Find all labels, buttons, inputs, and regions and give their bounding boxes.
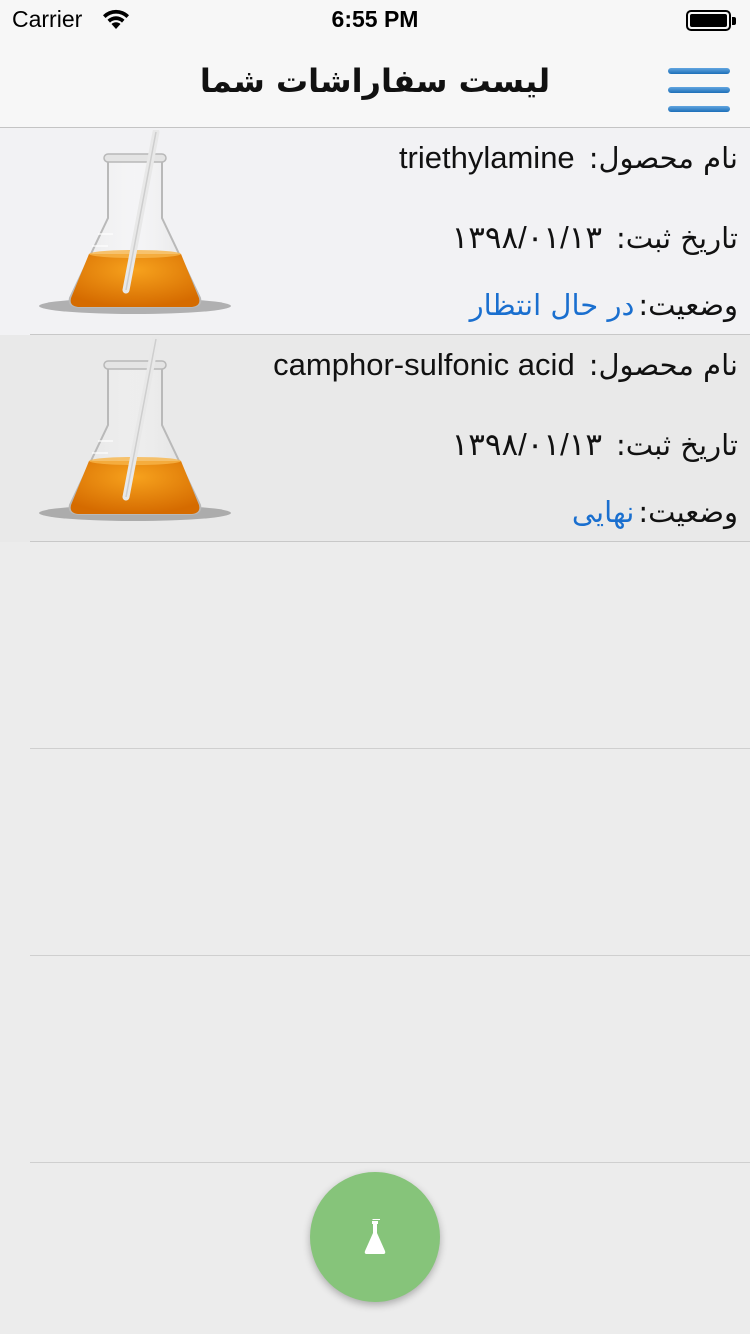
status-badge: در حال انتظار bbox=[469, 288, 635, 322]
new-order-button[interactable] bbox=[310, 1172, 440, 1302]
row-divider bbox=[30, 541, 750, 542]
page-title: لیست سفاراشات شما bbox=[199, 62, 551, 100]
flask-icon bbox=[39, 130, 231, 314]
status-bar: Carrier 6:55 PM bbox=[0, 0, 750, 40]
empty-row-divider bbox=[30, 955, 750, 956]
flask-icon bbox=[364, 1219, 386, 1254]
screen: Carrier 6:55 PM لیست سفاراشات شما نام مح… bbox=[0, 0, 750, 1334]
status-badge: نهایی bbox=[571, 495, 635, 529]
order-date-value: ۱۳۹۸/۰۱/۱۳ bbox=[451, 220, 602, 255]
order-status-field: وضعیت:نهایی bbox=[572, 495, 738, 529]
order-date-field: تاریخ ثبت: ۱۳۹۸/۰۱/۱۳ bbox=[452, 427, 738, 463]
empty-row-divider bbox=[30, 1162, 750, 1163]
order-date-label: تاریخ ثبت: bbox=[616, 221, 738, 255]
product-name-label: نام محصول: bbox=[588, 348, 738, 382]
order-row[interactable]: نام محصول: triethylamine تاریخ ثبت: ۱۳۹۸/۰… bbox=[0, 128, 750, 335]
order-date-value: ۱۳۹۸/۰۱/۱۳ bbox=[451, 427, 602, 462]
order-status-label: وضعیت: bbox=[638, 288, 738, 322]
order-row[interactable]: نام محصول: camphor-sulfonic acid تاریخ ثب… bbox=[0, 335, 750, 542]
empty-row-divider bbox=[30, 748, 750, 749]
navigation-bar: لیست سفاراشات شما bbox=[0, 40, 750, 128]
clock: 6:55 PM bbox=[331, 6, 419, 32]
hamburger-menu-icon[interactable] bbox=[668, 68, 730, 112]
order-date-label: تاریخ ثبت: bbox=[616, 428, 738, 462]
order-date-field: تاریخ ثبت: ۱۳۹۸/۰۱/۱۳ bbox=[452, 220, 738, 256]
product-name-field: نام محصول: camphor-sulfonic acid bbox=[273, 347, 738, 383]
product-name-value: camphor-sulfonic acid bbox=[273, 347, 575, 382]
product-name-label: نام محصول: bbox=[588, 141, 738, 175]
battery-icon bbox=[686, 10, 736, 31]
product-name-field: نام محصول: triethylamine bbox=[399, 140, 738, 176]
order-status-field: وضعیت:در حال انتظار bbox=[470, 288, 738, 322]
product-name-value: triethylamine bbox=[398, 140, 575, 175]
flask-icon bbox=[39, 337, 231, 521]
order-status-label: وضعیت: bbox=[638, 495, 738, 529]
